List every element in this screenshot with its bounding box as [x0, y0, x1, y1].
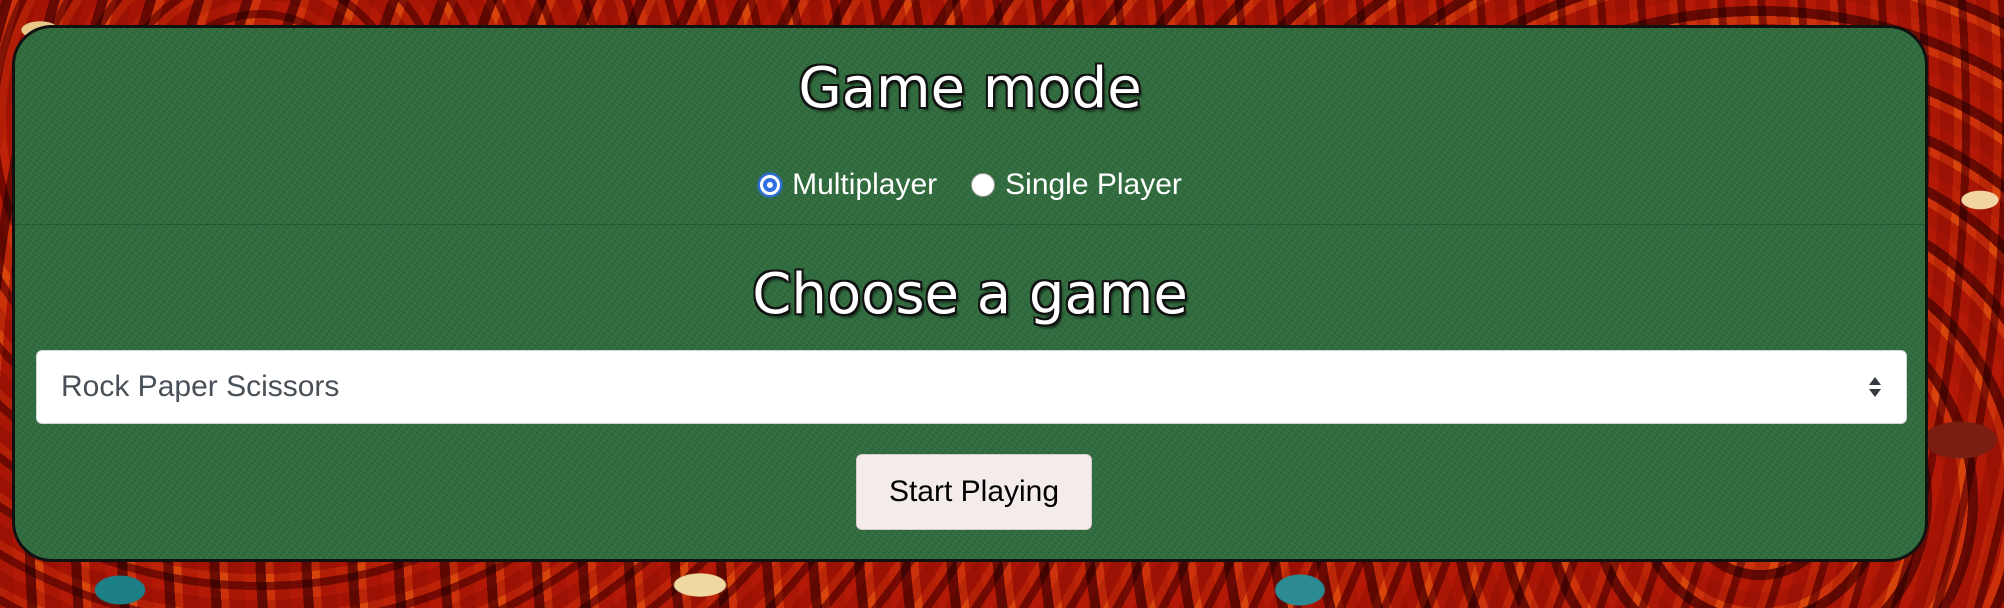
game-mode-radio-group: Multiplayer Single Player: [15, 168, 1925, 202]
radio-option-multiplayer[interactable]: Multiplayer: [758, 168, 937, 202]
sort-arrows-icon: [1869, 377, 1881, 397]
game-mode-heading: Game mode: [798, 56, 1142, 121]
choose-game-heading: Choose a game: [752, 262, 1188, 327]
game-mode-section: Game mode Multiplayer Single Player: [15, 28, 1925, 225]
single-player-radio[interactable]: [971, 173, 996, 197]
multiplayer-radio[interactable]: [758, 173, 783, 197]
multiplayer-label[interactable]: Multiplayer: [792, 168, 937, 202]
page-background: { "game_mode": { "title": "Game mode", "…: [0, 0, 2004, 608]
game-setup-panel: Game mode Multiplayer Single Player Choo…: [12, 25, 1928, 562]
game-select[interactable]: Rock Paper Scissors: [36, 350, 1907, 424]
single-player-label[interactable]: Single Player: [1005, 168, 1182, 202]
start-playing-button[interactable]: Start Playing: [856, 454, 1092, 530]
radio-option-single-player[interactable]: Single Player: [971, 168, 1182, 202]
game-select-value: Rock Paper Scissors: [61, 370, 340, 403]
